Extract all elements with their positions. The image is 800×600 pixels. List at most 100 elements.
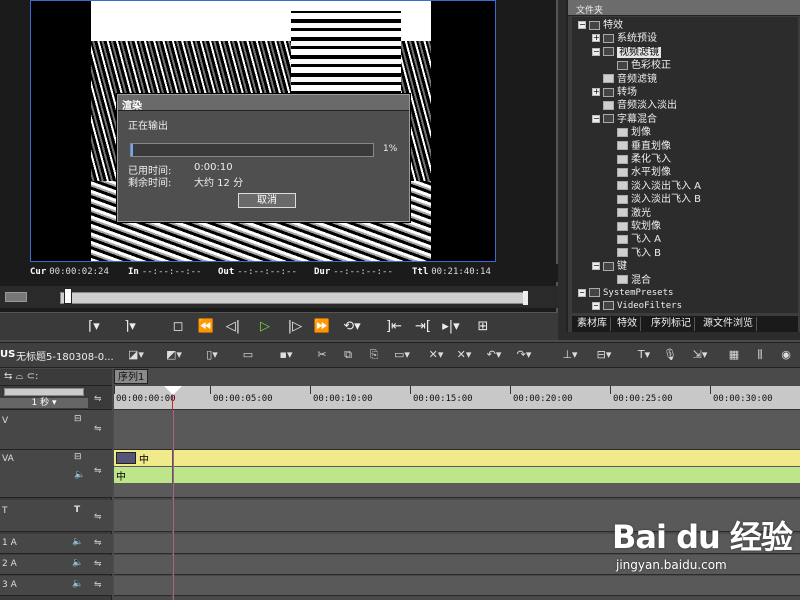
cancel-button[interactable]: 取消: [238, 193, 296, 208]
tree-item[interactable]: + 系统预设: [592, 32, 657, 45]
expand-icon[interactable]: +: [592, 88, 600, 96]
collapse-icon[interactable]: −: [592, 262, 600, 271]
color-button[interactable]: ◉: [778, 348, 794, 362]
tree-item[interactable]: 垂直划像: [606, 140, 671, 153]
collapse-icon[interactable]: −: [578, 288, 586, 297]
track-display-icon[interactable]: ⊟: [74, 452, 82, 462]
tree-item[interactable]: 飞入 B: [606, 247, 661, 260]
time-ruler[interactable]: 00:00:00:00 00:00:05:00 00:00:10:00 00:0…: [114, 386, 800, 410]
voiceover-button[interactable]: 🎙: [662, 348, 678, 362]
collapse-icon[interactable]: −: [592, 114, 600, 123]
collapse-icon[interactable]: −: [592, 47, 600, 56]
mixer-button[interactable]: ⫼: [752, 348, 768, 362]
tree-item[interactable]: − 字幕混合: [592, 113, 657, 126]
audio-clip[interactable]: 中: [114, 467, 800, 483]
tree-item[interactable]: − 特效: [578, 19, 623, 32]
link-button[interactable]: ▭▾: [394, 348, 410, 362]
speaker-icon[interactable]: 🔈: [72, 579, 83, 589]
video-clip[interactable]: 中: [114, 450, 800, 466]
play-button[interactable]: ▷: [254, 316, 276, 338]
speaker-icon[interactable]: 🔈: [72, 537, 83, 547]
track-display-icon[interactable]: ⊟: [74, 414, 82, 424]
tree-item[interactable]: + 转场: [592, 86, 637, 99]
delete-button[interactable]: ✕▾: [428, 348, 444, 362]
track-lane-v[interactable]: [114, 410, 800, 450]
tab-effects[interactable]: 特效: [614, 317, 641, 331]
tab-sequence-markers[interactable]: 序列标记: [648, 317, 695, 331]
ripple-delete-button[interactable]: ✕▾: [456, 348, 472, 362]
sync-lock-icon[interactable]: ⇋: [94, 512, 102, 522]
cut-button[interactable]: ✂: [314, 348, 330, 362]
tree-item[interactable]: 软划像: [606, 220, 661, 233]
loop-button[interactable]: ⟲▾: [338, 316, 366, 338]
set-in-button[interactable]: ⌈▾: [80, 316, 108, 338]
step-forward-button[interactable]: |▷: [284, 316, 306, 338]
insert-mode-button[interactable]: ▸|▾: [436, 316, 466, 338]
sync-lock-icon[interactable]: ⇋: [94, 559, 102, 569]
tree-item[interactable]: 混合: [606, 274, 651, 287]
insert-out-button[interactable]: ⇥[: [410, 316, 436, 338]
link-icon: ▭▾: [394, 348, 410, 361]
set-out-button[interactable]: ⌉▾: [116, 316, 144, 338]
scrub-handle[interactable]: [64, 288, 72, 304]
speaker-icon[interactable]: 🔈: [74, 470, 85, 480]
tree-item[interactable]: − 键: [592, 260, 627, 273]
tree-item[interactable]: 色彩校正: [606, 59, 671, 72]
timeline-sync-button[interactable]: ⊞: [470, 316, 496, 338]
tree-item[interactable]: 柔化飞入: [606, 153, 671, 166]
expand-icon[interactable]: +: [592, 34, 600, 43]
insert-in-button[interactable]: ]⇤: [380, 316, 408, 338]
redo-button[interactable]: ↷▾: [516, 348, 532, 362]
ruler-label: 00:00:10:00: [313, 394, 373, 404]
overwrite-button[interactable]: ◩▾: [166, 348, 182, 362]
tree-item[interactable]: 淡入淡出飞入 B: [606, 193, 701, 206]
tree-item[interactable]: − 视频滤镜: [592, 46, 661, 59]
playhead-cursor: [173, 410, 174, 600]
mode-button[interactable]: ◪▾: [128, 348, 144, 362]
sync-lock-icon[interactable]: ⇋: [94, 424, 102, 434]
collapse-icon[interactable]: −: [578, 21, 586, 29]
zoom-level[interactable]: 1 秒 ▾: [0, 398, 88, 408]
folder-icon: [603, 33, 614, 43]
save-button[interactable]: ▪▾: [278, 348, 294, 362]
tree-item[interactable]: 音频滤镜: [592, 73, 657, 86]
tree-item[interactable]: 飞入 A: [606, 233, 661, 246]
track-lane-3a[interactable]: [114, 576, 800, 596]
tree-item[interactable]: − VideoFilters: [592, 300, 682, 313]
sync-lock-icon[interactable]: ⇋: [94, 466, 102, 476]
zoom-slider[interactable]: [4, 388, 84, 396]
tree-item[interactable]: 淡入淡出飞入 A: [606, 180, 701, 193]
sync-lock-icon[interactable]: ⇋: [94, 538, 102, 548]
tab-source-browser[interactable]: 源文件浏览: [700, 317, 757, 331]
title-button[interactable]: T▾: [636, 348, 652, 362]
sync-lock-icon[interactable]: ⇋: [94, 580, 102, 590]
export-button[interactable]: ⇲▾: [692, 348, 708, 362]
speaker-icon[interactable]: 🔈: [72, 558, 83, 568]
snap-icon[interactable]: ⇋: [94, 394, 102, 404]
title-track-icon[interactable]: T: [74, 505, 80, 515]
scrub-zoom-handle[interactable]: [5, 292, 27, 302]
keyboard-button[interactable]: ▦: [726, 348, 742, 362]
tree-item[interactable]: 激光: [606, 207, 651, 220]
stop-button[interactable]: ◻: [168, 316, 188, 338]
sequence-tab[interactable]: 序列1: [114, 369, 148, 384]
tree-item[interactable]: − SystemPresets: [578, 287, 673, 300]
scrub-track[interactable]: [60, 292, 526, 304]
step-back-button[interactable]: ◁|: [222, 316, 244, 338]
fast-forward-button[interactable]: ⏩: [310, 316, 334, 338]
copy-button[interactable]: ⧉: [340, 348, 356, 362]
marker-button[interactable]: ⊥▾: [562, 348, 578, 362]
paste-button[interactable]: ⎘: [366, 348, 382, 362]
timeline-tools: ⇆ ⌓ ⊂:: [0, 369, 112, 386]
open-button[interactable]: ▭: [240, 348, 256, 362]
tree-item[interactable]: 划像: [606, 126, 651, 139]
playhead-handle[interactable]: [164, 386, 182, 395]
split-button[interactable]: ⊟▾: [596, 348, 612, 362]
new-button[interactable]: ▯▾: [204, 348, 220, 362]
collapse-icon[interactable]: −: [592, 301, 600, 310]
tab-library[interactable]: 素材库: [574, 317, 611, 331]
rewind-button[interactable]: ⏪: [194, 316, 218, 338]
tree-item[interactable]: 水平划像: [606, 166, 671, 179]
tree-item[interactable]: 音频淡入淡出: [592, 99, 677, 112]
undo-button[interactable]: ↶▾: [486, 348, 502, 362]
